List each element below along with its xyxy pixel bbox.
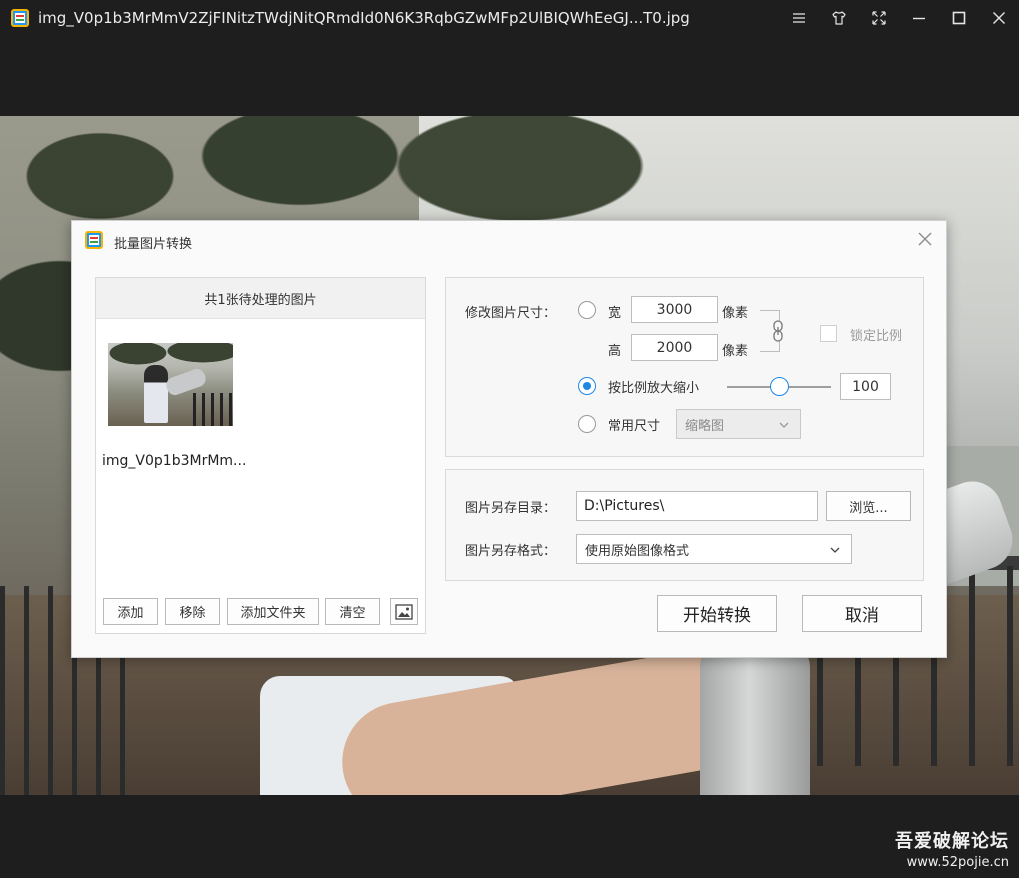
dialog-app-icon <box>85 231 103 249</box>
fullscreen-button[interactable] <box>859 0 899 36</box>
window-title: img_V0p1b3MrMmV2ZjFINitzTWdjNitQRmdId0N6… <box>38 9 690 27</box>
image-view-button[interactable] <box>390 598 418 625</box>
app-logo-icon <box>11 9 29 27</box>
browse-button[interactable]: 浏览... <box>826 491 911 521</box>
output-format-value: 使用原始图像格式 <box>585 543 690 559</box>
height-label: 高 <box>608 344 622 359</box>
chevron-down-icon <box>779 422 789 428</box>
watermark-url: www.52pojie.cn <box>906 855 1009 870</box>
preset-size-radio[interactable] <box>578 415 596 433</box>
lock-ratio-checkbox[interactable] <box>820 325 837 342</box>
file-count-header: 共1张待处理的图片 <box>96 278 425 319</box>
close-icon <box>993 12 1005 24</box>
batch-convert-dialog: 批量图片转换 共1张待处理的图片 img_V0p1b3MrMm... 添加 移除… <box>71 220 947 658</box>
output-format-select[interactable]: 使用原始图像格式 <box>576 534 852 564</box>
preset-size-select[interactable]: 缩略图 <box>676 409 801 439</box>
height-input[interactable]: 2000 <box>631 334 718 361</box>
title-bar: img_V0p1b3MrMmV2ZjFINitzTWdjNitQRmdId0N6… <box>0 0 1019 36</box>
preset-label: 常用尺寸 <box>608 419 661 434</box>
watermark-title: 吾爱破解论坛 <box>895 831 1009 852</box>
minimize-button[interactable] <box>899 0 939 36</box>
maximize-button[interactable] <box>939 0 979 36</box>
bottom-bar <box>0 795 1019 878</box>
scale-radio[interactable] <box>578 377 596 395</box>
output-format-label: 图片另存格式： <box>465 544 557 559</box>
remove-button[interactable]: 移除 <box>165 598 220 625</box>
height-unit: 像素 <box>722 344 749 359</box>
lock-ratio-label: 锁定比例 <box>850 329 903 344</box>
scale-input[interactable]: 100 <box>840 373 891 400</box>
preset-size-value: 缩略图 <box>685 418 725 434</box>
watermark: 吾爱破解论坛 www.52pojie.cn <box>895 827 1009 870</box>
skin-button[interactable] <box>819 0 859 36</box>
output-dir-input[interactable]: D:\Pictures\ <box>576 491 818 521</box>
resize-label: 修改图片尺寸： <box>465 306 557 321</box>
maximize-icon <box>952 11 966 25</box>
output-dir-label: 图片另存目录： <box>465 501 557 516</box>
add-folder-button[interactable]: 添加文件夹 <box>227 598 319 625</box>
file-list-panel: 共1张待处理的图片 img_V0p1b3MrMm... 添加 移除 添加文件夹 … <box>95 277 426 634</box>
dialog-title: 批量图片转换 <box>114 237 193 252</box>
add-button[interactable]: 添加 <box>103 598 158 625</box>
width-unit: 像素 <box>722 306 749 321</box>
clear-button[interactable]: 清空 <box>325 598 380 625</box>
scale-label: 按比例放大缩小 <box>608 381 700 396</box>
image-icon <box>395 603 413 620</box>
dialog-header: 批量图片转换 <box>72 221 946 261</box>
custom-size-radio[interactable] <box>578 301 596 319</box>
file-thumbnail[interactable] <box>108 343 233 426</box>
file-name: img_V0p1b3MrMm... <box>102 453 247 469</box>
minimize-icon <box>913 17 925 20</box>
close-button[interactable] <box>979 0 1019 36</box>
output-panel: 图片另存目录： D:\Pictures\ 浏览... 图片另存格式： 使用原始图… <box>445 469 924 581</box>
chain-link-icon[interactable] <box>772 320 784 342</box>
chevron-down-icon <box>830 547 840 553</box>
start-convert-button[interactable]: 开始转换 <box>657 595 777 632</box>
menu-button[interactable] <box>779 0 819 36</box>
photo-binocular-post <box>700 646 810 795</box>
resize-panel: 修改图片尺寸： 宽 3000 像素 高 2000 像素 锁定比例 按比例放大缩小… <box>445 277 924 457</box>
thumbnail-tree <box>108 343 233 371</box>
thumbnail-railing <box>193 393 233 426</box>
skin-icon <box>832 11 846 25</box>
cancel-button[interactable]: 取消 <box>802 595 922 632</box>
width-input[interactable]: 3000 <box>631 296 718 323</box>
scale-slider-thumb[interactable] <box>769 377 789 396</box>
fullscreen-icon <box>872 11 886 25</box>
width-label: 宽 <box>608 306 622 321</box>
dialog-close-icon[interactable] <box>916 230 934 248</box>
thumbnail-person <box>144 365 168 423</box>
menu-icon <box>793 13 805 23</box>
window-controls <box>779 0 1019 36</box>
